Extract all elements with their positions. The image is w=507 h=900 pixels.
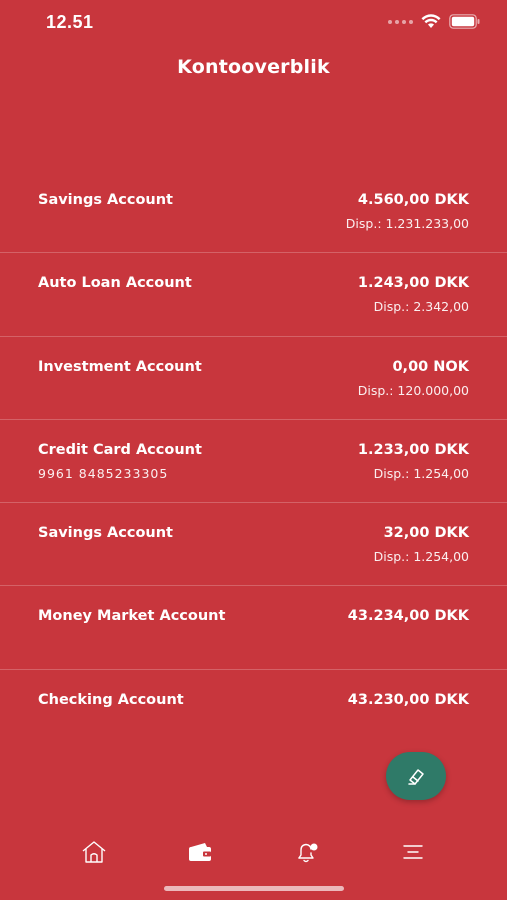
account-available: Disp.: 1.254,00 <box>373 549 469 565</box>
account-balance: 32,00 DKK <box>383 525 469 542</box>
status-time: 12.51 <box>46 12 94 32</box>
account-name: Investment Account <box>38 358 202 375</box>
account-available: Disp.: 1.254,00 <box>373 465 469 481</box>
account-balance: 0,00 NOK <box>392 358 469 375</box>
transfer-ticket-icon <box>408 769 424 785</box>
tab-notifications[interactable] <box>277 830 337 874</box>
account-name: Money Market Account <box>38 608 226 625</box>
account-available: Disp.: 120.000,00 <box>357 382 469 398</box>
account-name: Credit Card Account <box>38 441 202 458</box>
account-balance: 1.243,00 DKK <box>357 275 469 292</box>
transfer-fab-button[interactable] <box>386 752 446 800</box>
account-available: Disp.: 1.231.233,00 <box>345 216 469 231</box>
account-row[interactable]: Credit Card Account 9961 8485233305 1.23… <box>0 420 507 504</box>
account-balance: 43.230,00 DKK <box>347 691 469 708</box>
wifi-icon <box>421 14 441 28</box>
account-row[interactable]: Auto Loan Account 1.243,00 DKK Disp.: 2.… <box>0 253 507 337</box>
wallet-icon <box>189 843 211 861</box>
status-bar: 12.51 <box>0 0 507 48</box>
cellular-signal-icon <box>388 19 413 24</box>
account-balance: 1.233,00 DKK <box>357 441 469 458</box>
account-balance: 43.234,00 DKK <box>347 608 469 625</box>
account-row[interactable]: Savings Account 32,00 DKK Disp.: 1.254,0… <box>0 503 507 587</box>
notifications-icon <box>298 843 318 863</box>
account-row[interactable]: Money Market Account 43.234,00 DKK <box>0 586 507 670</box>
menu-icon <box>403 845 423 859</box>
tab-menu[interactable] <box>383 830 443 874</box>
account-row[interactable]: Savings Account 4.560,00 DKK Disp.: 1.23… <box>0 170 507 254</box>
account-list: Savings Account 4.560,00 DKK Disp.: 1.23… <box>0 170 507 753</box>
tab-home[interactable] <box>64 830 124 874</box>
account-row[interactable]: Investment Account 0,00 NOK Disp.: 120.0… <box>0 337 507 420</box>
account-name: Auto Loan Account <box>38 275 192 292</box>
account-name: Savings Account <box>38 525 173 542</box>
account-number: 9961 8485233305 <box>38 465 169 481</box>
account-available: Disp.: 2.342,00 <box>373 299 469 315</box>
account-row[interactable]: Checking Account 43.230,00 DKK <box>0 670 507 753</box>
account-name: Checking Account <box>38 691 184 708</box>
account-balance: 4.560,00 DKK <box>357 192 469 208</box>
tab-bar <box>0 830 507 874</box>
status-icons <box>388 14 481 29</box>
battery-icon <box>449 14 480 29</box>
home-indicator <box>164 886 344 891</box>
home-icon <box>82 841 106 863</box>
page-title: Kontooverblik <box>177 56 330 78</box>
tab-accounts[interactable] <box>170 830 230 874</box>
account-name: Savings Account <box>38 192 173 208</box>
